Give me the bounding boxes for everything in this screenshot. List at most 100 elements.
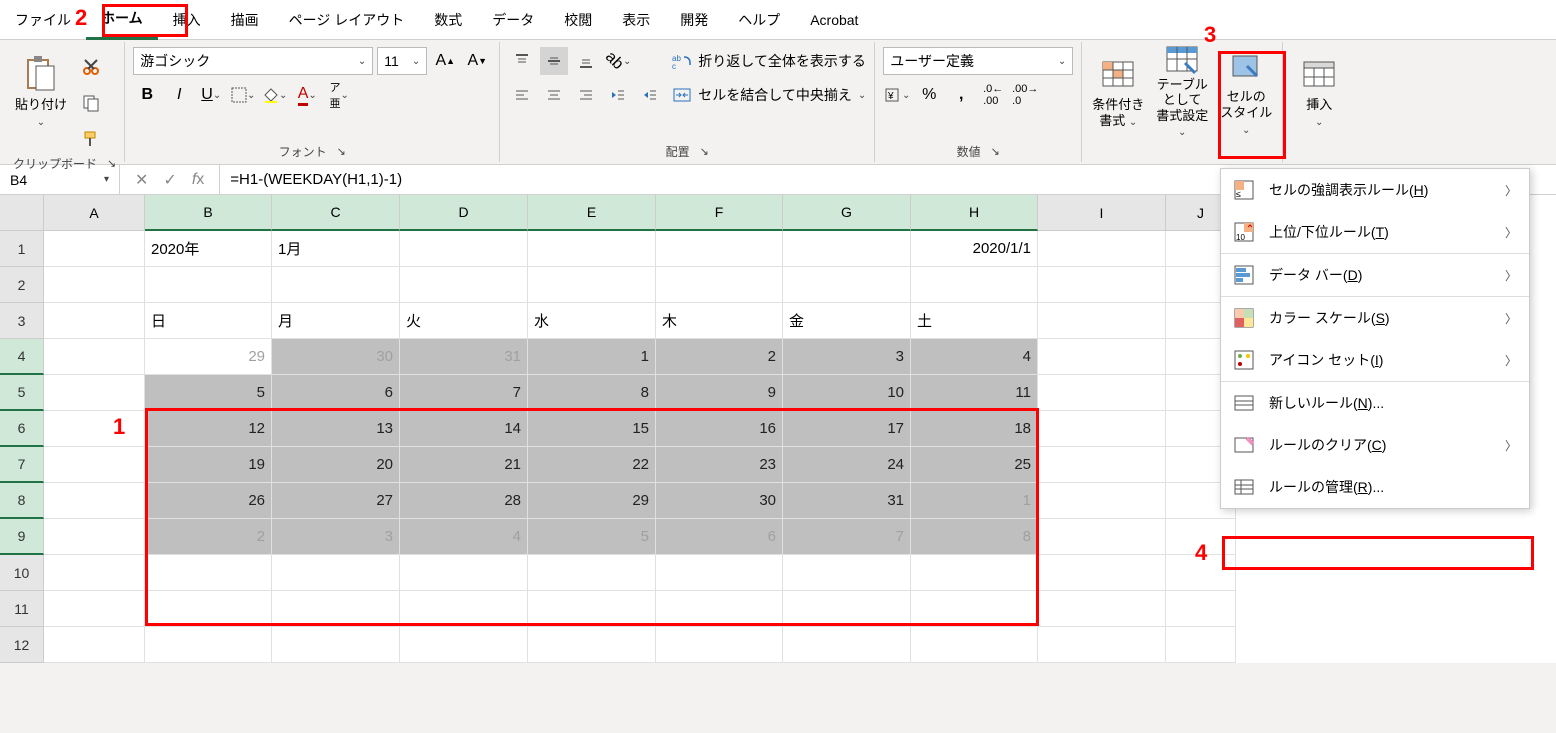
column-header-g[interactable]: G	[783, 195, 911, 231]
tab-help[interactable]: ヘルプ	[723, 0, 795, 40]
cell-C9[interactable]: 3	[272, 519, 400, 555]
cell-G5[interactable]: 10	[783, 375, 911, 411]
column-header-a[interactable]: A	[44, 195, 145, 231]
menu-clear-rules[interactable]: ルールのクリア(C) 〉	[1221, 424, 1529, 466]
wrap-text-button[interactable]: abc 折り返して全体を表示する	[672, 47, 866, 75]
cell-D4[interactable]: 31	[400, 339, 528, 375]
clipboard-dialog-launcher[interactable]: ↘	[107, 157, 116, 170]
cell-B1[interactable]: 2020年	[145, 231, 272, 267]
cell-A9[interactable]	[44, 519, 145, 555]
cell-H12[interactable]	[911, 627, 1038, 663]
cell-G11[interactable]	[783, 591, 911, 627]
cell-A5[interactable]	[44, 375, 145, 411]
cell-B12[interactable]	[145, 627, 272, 663]
format-as-table-button[interactable]: テーブルとして 書式設定 ⌄	[1154, 47, 1210, 137]
cell-J12[interactable]	[1166, 627, 1236, 663]
cell-D12[interactable]	[400, 627, 528, 663]
row-header-12[interactable]: 12	[0, 627, 44, 663]
cell-I8[interactable]	[1038, 483, 1166, 519]
column-header-d[interactable]: D	[400, 195, 528, 231]
font-size-combo[interactable]: 11⌄	[377, 47, 427, 75]
cell-E1[interactable]	[528, 231, 656, 267]
menu-icon-sets[interactable]: アイコン セット(I) 〉	[1221, 339, 1529, 382]
insert-cells-button[interactable]: 挿入⌄	[1291, 47, 1347, 137]
number-format-combo[interactable]: ユーザー定義⌄	[883, 47, 1073, 75]
cell-H1[interactable]: 2020/1/1	[911, 231, 1038, 267]
tab-pagelayout[interactable]: ページ レイアウト	[274, 0, 420, 40]
cell-E12[interactable]	[528, 627, 656, 663]
cell-I1[interactable]	[1038, 231, 1166, 267]
font-color-button[interactable]: A⌄	[293, 81, 321, 109]
cell-F10[interactable]	[656, 555, 783, 591]
tab-data[interactable]: データ	[477, 0, 549, 40]
number-dialog-launcher[interactable]: ↘	[991, 145, 1000, 158]
column-header-c[interactable]: C	[272, 195, 400, 231]
cell-H7[interactable]: 25	[911, 447, 1038, 483]
cell-D11[interactable]	[400, 591, 528, 627]
cell-D3[interactable]: 火	[400, 303, 528, 339]
align-center-button[interactable]	[540, 81, 568, 109]
enter-formula-button[interactable]: ✓	[163, 170, 176, 190]
tab-insert[interactable]: 挿入	[158, 0, 216, 40]
align-left-button[interactable]	[508, 81, 536, 109]
cell-I9[interactable]	[1038, 519, 1166, 555]
cut-button[interactable]	[77, 53, 105, 81]
cell-G8[interactable]: 31	[783, 483, 911, 519]
row-header-4[interactable]: 4	[0, 339, 44, 375]
cell-J11[interactable]	[1166, 591, 1236, 627]
cell-G12[interactable]	[783, 627, 911, 663]
italic-button[interactable]: I	[165, 81, 193, 109]
cell-H9[interactable]: 8	[911, 519, 1038, 555]
row-header-1[interactable]: 1	[0, 231, 44, 267]
column-header-b[interactable]: B	[145, 195, 272, 231]
cell-F8[interactable]: 30	[656, 483, 783, 519]
phonetic-button[interactable]: ア亜⌄	[325, 81, 353, 109]
percent-button[interactable]: %	[915, 81, 943, 109]
cell-I3[interactable]	[1038, 303, 1166, 339]
decrease-font-button[interactable]: A▼	[463, 47, 491, 75]
cell-D7[interactable]: 21	[400, 447, 528, 483]
cell-F1[interactable]	[656, 231, 783, 267]
row-header-11[interactable]: 11	[0, 591, 44, 627]
cell-C2[interactable]	[272, 267, 400, 303]
cell-F7[interactable]: 23	[656, 447, 783, 483]
cell-B8[interactable]: 26	[145, 483, 272, 519]
cell-D2[interactable]	[400, 267, 528, 303]
merge-center-button[interactable]: セルを結合して中央揃え ⌄	[672, 81, 866, 109]
cell-J10[interactable]	[1166, 555, 1236, 591]
cell-F11[interactable]	[656, 591, 783, 627]
copy-button[interactable]	[77, 89, 105, 117]
cell-G9[interactable]: 7	[783, 519, 911, 555]
comma-button[interactable]: ,	[947, 81, 975, 109]
cell-H5[interactable]: 11	[911, 375, 1038, 411]
row-header-6[interactable]: 6	[0, 411, 44, 447]
font-dialog-launcher[interactable]: ↘	[337, 145, 346, 158]
font-name-combo[interactable]: 游ゴシック⌄	[133, 47, 373, 75]
cell-G1[interactable]	[783, 231, 911, 267]
cell-E9[interactable]: 5	[528, 519, 656, 555]
row-header-8[interactable]: 8	[0, 483, 44, 519]
cell-H2[interactable]	[911, 267, 1038, 303]
align-right-button[interactable]	[572, 81, 600, 109]
cell-H11[interactable]	[911, 591, 1038, 627]
cell-I6[interactable]	[1038, 411, 1166, 447]
borders-button[interactable]: ⌄	[229, 81, 257, 109]
row-header-3[interactable]: 3	[0, 303, 44, 339]
cell-H3[interactable]: 土	[911, 303, 1038, 339]
cell-B9[interactable]: 2	[145, 519, 272, 555]
menu-new-rule[interactable]: 新しいルール(N)...	[1221, 382, 1529, 424]
tab-draw[interactable]: 描画	[216, 0, 274, 40]
cell-styles-button[interactable]: セルの スタイル ⌄	[1218, 47, 1274, 137]
orientation-button[interactable]: ab⌄	[604, 47, 632, 75]
paste-button[interactable]: 貼り付け⌄	[13, 47, 69, 137]
select-all-corner[interactable]	[0, 195, 44, 231]
format-painter-button[interactable]	[77, 125, 105, 153]
cell-A8[interactable]	[44, 483, 145, 519]
menu-data-bars[interactable]: データ バー(D) 〉	[1221, 253, 1529, 297]
cell-I10[interactable]	[1038, 555, 1166, 591]
increase-indent-button[interactable]	[636, 81, 664, 109]
cell-B10[interactable]	[145, 555, 272, 591]
cell-C12[interactable]	[272, 627, 400, 663]
cell-I12[interactable]	[1038, 627, 1166, 663]
row-header-7[interactable]: 7	[0, 447, 44, 483]
